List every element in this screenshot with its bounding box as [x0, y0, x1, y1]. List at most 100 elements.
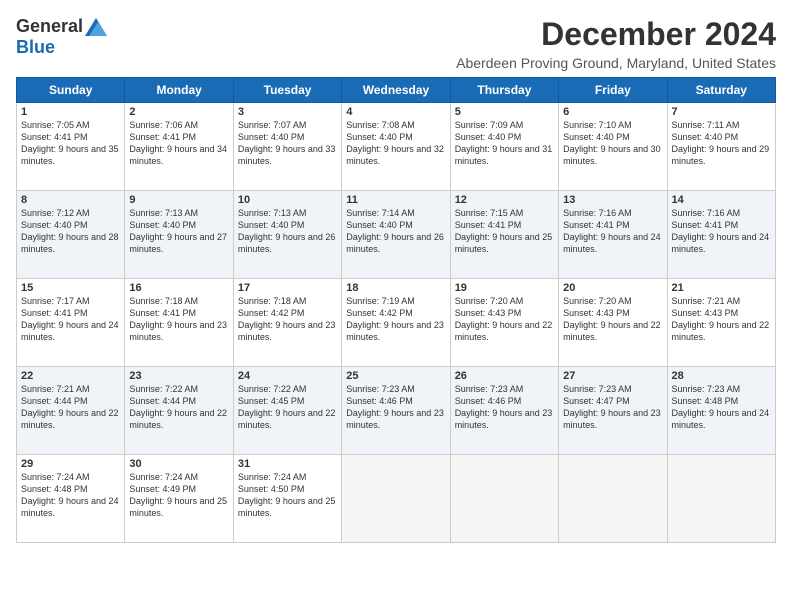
calendar-cell: 18 Sunrise: 7:19 AMSunset: 4:42 PMDayligh… — [342, 279, 450, 367]
calendar-cell: 28 Sunrise: 7:23 AMSunset: 4:48 PMDayligh… — [667, 367, 775, 455]
day-number: 31 — [238, 458, 337, 470]
calendar-cell: 10 Sunrise: 7:13 AMSunset: 4:40 PMDayligh… — [233, 191, 341, 279]
day-info: Sunrise: 7:21 AMSunset: 4:44 PMDaylight:… — [21, 384, 119, 430]
calendar-cell — [342, 455, 450, 543]
day-header-thursday: Thursday — [450, 78, 558, 103]
day-number: 7 — [672, 106, 771, 118]
day-info: Sunrise: 7:10 AMSunset: 4:40 PMDaylight:… — [563, 120, 661, 166]
day-number: 28 — [672, 370, 771, 382]
week-row-3: 15 Sunrise: 7:17 AMSunset: 4:41 PMDayligh… — [17, 279, 776, 367]
calendar-cell: 9 Sunrise: 7:13 AMSunset: 4:40 PMDaylight… — [125, 191, 233, 279]
calendar-cell: 30 Sunrise: 7:24 AMSunset: 4:49 PMDayligh… — [125, 455, 233, 543]
week-row-1: 1 Sunrise: 7:05 AMSunset: 4:41 PMDaylight… — [17, 103, 776, 191]
calendar-cell: 15 Sunrise: 7:17 AMSunset: 4:41 PMDayligh… — [17, 279, 125, 367]
day-info: Sunrise: 7:23 AMSunset: 4:46 PMDaylight:… — [455, 384, 553, 430]
logo-icon — [85, 18, 107, 36]
calendar-header-row: SundayMondayTuesdayWednesdayThursdayFrid… — [17, 78, 776, 103]
day-info: Sunrise: 7:23 AMSunset: 4:47 PMDaylight:… — [563, 384, 661, 430]
day-info: Sunrise: 7:24 AMSunset: 4:49 PMDaylight:… — [129, 472, 227, 518]
day-number: 13 — [563, 194, 662, 206]
day-number: 14 — [672, 194, 771, 206]
day-info: Sunrise: 7:07 AMSunset: 4:40 PMDaylight:… — [238, 120, 336, 166]
calendar-cell: 8 Sunrise: 7:12 AMSunset: 4:40 PMDaylight… — [17, 191, 125, 279]
page: General Blue December 2024 Aberdeen Prov… — [0, 0, 792, 612]
calendar-cell: 6 Sunrise: 7:10 AMSunset: 4:40 PMDaylight… — [559, 103, 667, 191]
header: General Blue December 2024 Aberdeen Prov… — [16, 16, 776, 71]
day-info: Sunrise: 7:13 AMSunset: 4:40 PMDaylight:… — [129, 208, 227, 254]
day-header-wednesday: Wednesday — [342, 78, 450, 103]
day-info: Sunrise: 7:08 AMSunset: 4:40 PMDaylight:… — [346, 120, 444, 166]
calendar-cell: 31 Sunrise: 7:24 AMSunset: 4:50 PMDayligh… — [233, 455, 341, 543]
day-number: 8 — [21, 194, 120, 206]
day-info: Sunrise: 7:20 AMSunset: 4:43 PMDaylight:… — [455, 296, 553, 342]
day-number: 4 — [346, 106, 445, 118]
main-title: December 2024 — [456, 16, 776, 53]
day-number: 29 — [21, 458, 120, 470]
calendar-cell: 23 Sunrise: 7:22 AMSunset: 4:44 PMDayligh… — [125, 367, 233, 455]
day-header-saturday: Saturday — [667, 78, 775, 103]
day-number: 25 — [346, 370, 445, 382]
calendar-cell: 26 Sunrise: 7:23 AMSunset: 4:46 PMDayligh… — [450, 367, 558, 455]
day-number: 10 — [238, 194, 337, 206]
calendar-cell: 7 Sunrise: 7:11 AMSunset: 4:40 PMDaylight… — [667, 103, 775, 191]
day-info: Sunrise: 7:13 AMSunset: 4:40 PMDaylight:… — [238, 208, 336, 254]
day-info: Sunrise: 7:22 AMSunset: 4:45 PMDaylight:… — [238, 384, 336, 430]
calendar-cell: 1 Sunrise: 7:05 AMSunset: 4:41 PMDaylight… — [17, 103, 125, 191]
day-info: Sunrise: 7:19 AMSunset: 4:42 PMDaylight:… — [346, 296, 444, 342]
calendar-cell: 25 Sunrise: 7:23 AMSunset: 4:46 PMDayligh… — [342, 367, 450, 455]
calendar-cell: 2Sunrise: 7:06 AMSunset: 4:41 PMDaylight… — [125, 103, 233, 191]
calendar-cell: 20 Sunrise: 7:20 AMSunset: 4:43 PMDayligh… — [559, 279, 667, 367]
day-info: Sunrise: 7:21 AMSunset: 4:43 PMDaylight:… — [672, 296, 770, 342]
day-info: Sunrise: 7:16 AMSunset: 4:41 PMDaylight:… — [672, 208, 770, 254]
day-number: 27 — [563, 370, 662, 382]
week-row-5: 29 Sunrise: 7:24 AMSunset: 4:48 PMDayligh… — [17, 455, 776, 543]
calendar-cell: 24Sunrise: 7:22 AMSunset: 4:45 PMDayligh… — [233, 367, 341, 455]
day-number: 21 — [672, 282, 771, 294]
calendar-cell: 11 Sunrise: 7:14 AMSunset: 4:40 PMDayligh… — [342, 191, 450, 279]
day-info: Sunrise: 7:11 AMSunset: 4:40 PMDaylight:… — [672, 120, 770, 166]
day-info: Sunrise: 7:17 AMSunset: 4:41 PMDaylight:… — [21, 296, 119, 342]
day-number: 11 — [346, 194, 445, 206]
day-number: 30 — [129, 458, 228, 470]
calendar-cell: 21 Sunrise: 7:21 AMSunset: 4:43 PMDayligh… — [667, 279, 775, 367]
calendar-cell: 13Sunrise: 7:16 AMSunset: 4:41 PMDayligh… — [559, 191, 667, 279]
day-number: 5 — [455, 106, 554, 118]
day-info: Sunrise: 7:23 AMSunset: 4:48 PMDaylight:… — [672, 384, 770, 430]
day-info: Sunrise: 7:18 AMSunset: 4:42 PMDaylight:… — [238, 296, 336, 342]
calendar-cell — [667, 455, 775, 543]
day-info: Sunrise: 7:15 AMSunset: 4:41 PMDaylight:… — [455, 208, 553, 254]
day-number: 23 — [129, 370, 228, 382]
logo-general-text: General — [16, 16, 83, 37]
calendar-cell: 16Sunrise: 7:18 AMSunset: 4:41 PMDayligh… — [125, 279, 233, 367]
day-number: 15 — [21, 282, 120, 294]
day-number: 3 — [238, 106, 337, 118]
day-info: Sunrise: 7:22 AMSunset: 4:44 PMDaylight:… — [129, 384, 227, 430]
title-section: December 2024 Aberdeen Proving Ground, M… — [456, 16, 776, 71]
day-info: Sunrise: 7:18 AMSunset: 4:41 PMDaylight:… — [129, 296, 227, 342]
day-info: Sunrise: 7:05 AMSunset: 4:41 PMDaylight:… — [21, 120, 119, 166]
day-header-tuesday: Tuesday — [233, 78, 341, 103]
day-info: Sunrise: 7:20 AMSunset: 4:43 PMDaylight:… — [563, 296, 661, 342]
calendar-cell: 27 Sunrise: 7:23 AMSunset: 4:47 PMDayligh… — [559, 367, 667, 455]
day-info: Sunrise: 7:24 AMSunset: 4:48 PMDaylight:… — [21, 472, 119, 518]
day-number: 18 — [346, 282, 445, 294]
day-number: 20 — [563, 282, 662, 294]
day-number: 9 — [129, 194, 228, 206]
calendar-cell: 4 Sunrise: 7:08 AMSunset: 4:40 PMDaylight… — [342, 103, 450, 191]
day-info: Sunrise: 7:23 AMSunset: 4:46 PMDaylight:… — [346, 384, 444, 430]
day-number: 1 — [21, 106, 120, 118]
subtitle: Aberdeen Proving Ground, Maryland, Unite… — [456, 55, 776, 71]
day-number: 26 — [455, 370, 554, 382]
day-info: Sunrise: 7:12 AMSunset: 4:40 PMDaylight:… — [21, 208, 119, 254]
calendar-cell: 29 Sunrise: 7:24 AMSunset: 4:48 PMDayligh… — [17, 455, 125, 543]
day-info: Sunrise: 7:14 AMSunset: 4:40 PMDaylight:… — [346, 208, 444, 254]
day-number: 6 — [563, 106, 662, 118]
day-header-monday: Monday — [125, 78, 233, 103]
day-header-friday: Friday — [559, 78, 667, 103]
day-number: 12 — [455, 194, 554, 206]
logo-blue-text: Blue — [16, 37, 55, 58]
calendar-cell: 22Sunrise: 7:21 AMSunset: 4:44 PMDayligh… — [17, 367, 125, 455]
day-number: 19 — [455, 282, 554, 294]
day-info: Sunrise: 7:24 AMSunset: 4:50 PMDaylight:… — [238, 472, 336, 518]
calendar-cell: 5Sunrise: 7:09 AMSunset: 4:40 PMDaylight… — [450, 103, 558, 191]
